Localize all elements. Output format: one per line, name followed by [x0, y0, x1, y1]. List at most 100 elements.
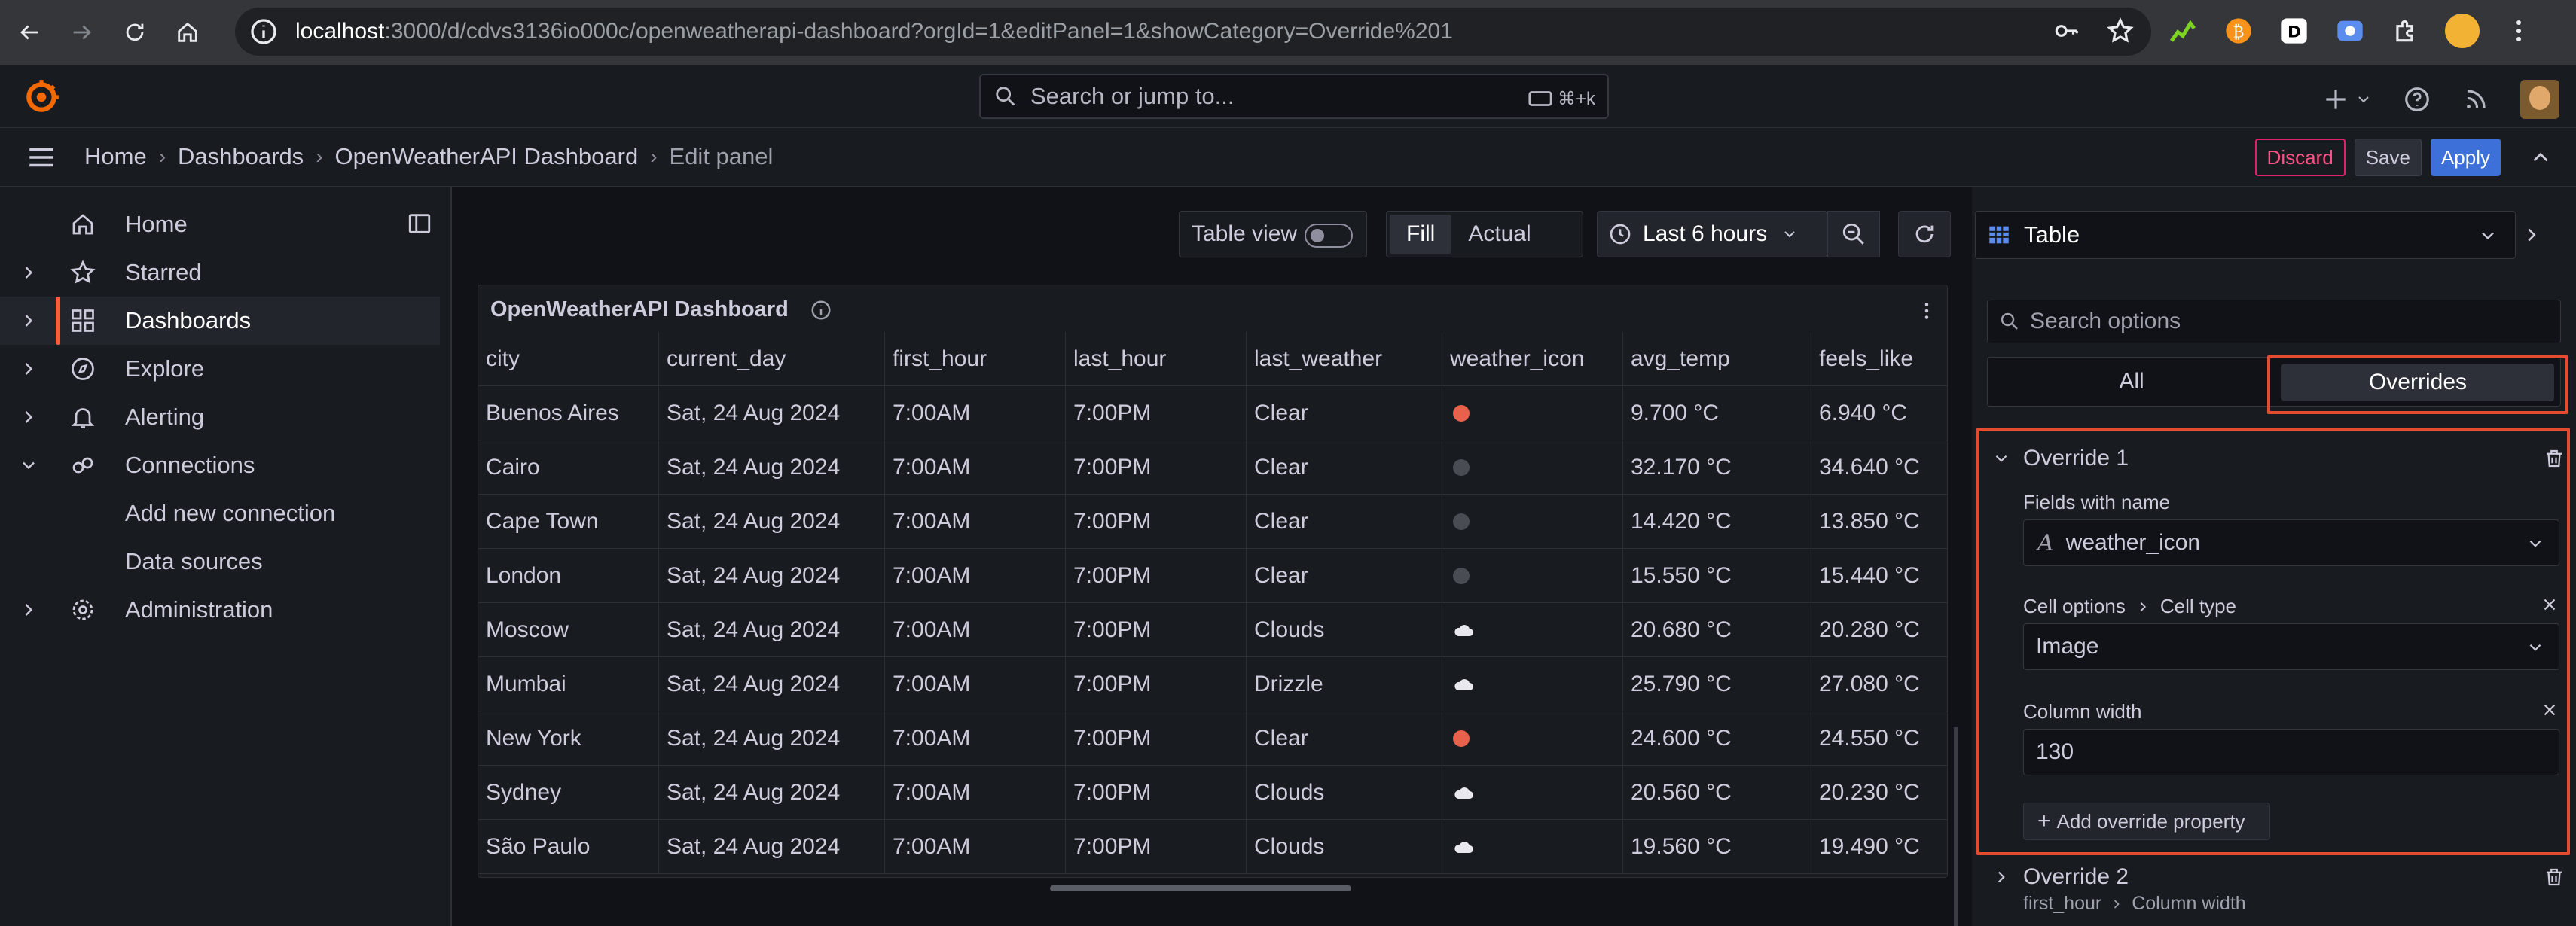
- weather-icon-cell: [1442, 386, 1623, 440]
- column-header[interactable]: feels_like: [1811, 332, 1947, 386]
- chevron-right-icon[interactable]: [18, 407, 39, 428]
- address-bar[interactable]: localhost:3000/d/cdvs3136io000c/openweat…: [235, 8, 2151, 56]
- browser-menu-icon[interactable]: [2502, 14, 2535, 47]
- tab-all[interactable]: All: [1988, 358, 2275, 406]
- column-header[interactable]: current_day: [659, 332, 885, 386]
- discard-button[interactable]: Discard: [2254, 139, 2346, 176]
- table-view-switch[interactable]: [1305, 224, 1353, 248]
- extension-d-icon[interactable]: D: [2278, 14, 2311, 47]
- apply-button[interactable]: Apply: [2430, 139, 2501, 176]
- sidebar-item-add-new-connection[interactable]: Add new connection: [0, 489, 452, 538]
- table-panel: OpenWeatherAPI Dashboard city current_day…: [478, 285, 1948, 878]
- visualization-picker[interactable]: Table: [1975, 211, 2516, 259]
- bookmark-star-icon[interactable]: [2106, 17, 2135, 45]
- extension-chart-icon[interactable]: [2166, 14, 2199, 47]
- column-header[interactable]: last_hour: [1066, 332, 1247, 386]
- sidebar-item-home[interactable]: Home: [0, 200, 452, 248]
- profile-avatar[interactable]: [2445, 14, 2480, 48]
- search-shortcut: ⌘+k: [1515, 86, 1595, 111]
- horizontal-scrollbar[interactable]: [1050, 885, 1351, 891]
- table-cell: London: [478, 549, 659, 603]
- chevron-right-icon[interactable]: [18, 599, 39, 620]
- sidebar-item-administration[interactable]: Administration: [0, 586, 452, 634]
- panel-title: OpenWeatherAPI Dashboard: [490, 297, 789, 321]
- table-view-toggle[interactable]: Table view: [1179, 211, 1367, 257]
- column-header[interactable]: last_weather: [1247, 332, 1442, 386]
- chevron-up-icon[interactable]: [2528, 145, 2553, 170]
- menu-hamburger-icon[interactable]: [26, 142, 57, 173]
- back-button[interactable]: [6, 9, 53, 56]
- extension-screen-icon[interactable]: [2333, 14, 2367, 47]
- help-icon[interactable]: [2403, 85, 2431, 114]
- chevron-right-icon[interactable]: [18, 358, 39, 379]
- collapse-options-button[interactable]: [2498, 211, 2562, 259]
- table-row: New York Sat, 24 Aug 2024 7:00AM 7:00PM Clea…: [478, 711, 1947, 766]
- extension-coin-icon[interactable]: ₿: [2222, 14, 2255, 47]
- new-menu-button[interactable]: [2321, 85, 2373, 114]
- home-button[interactable]: [164, 9, 211, 56]
- home-icon: [72, 214, 93, 235]
- breadcrumb-dashboards[interactable]: Dashboards: [178, 143, 304, 170]
- column-header[interactable]: city: [478, 332, 659, 386]
- keyboard-icon: [1528, 91, 1552, 106]
- sidebar-item-starred[interactable]: Starred: [0, 248, 452, 297]
- actual-option[interactable]: Actual: [1451, 215, 1547, 254]
- panel-editor-main: Table view Fill Actual Last 6 hours Open…: [452, 187, 1958, 926]
- chevron-down-icon[interactable]: [18, 455, 39, 476]
- chevron-right-icon[interactable]: [1992, 867, 2011, 887]
- home-icon: [178, 22, 197, 42]
- reload-icon: [126, 23, 144, 41]
- column-header[interactable]: avg_temp: [1623, 332, 1811, 386]
- fill-option[interactable]: Fill: [1390, 215, 1452, 254]
- column-header[interactable]: weather_icon: [1442, 332, 1623, 386]
- refresh-button[interactable]: [1898, 211, 1951, 257]
- table-cell: Sat, 24 Aug 2024: [659, 603, 885, 657]
- chevron-right-icon[interactable]: [18, 262, 39, 283]
- info-icon[interactable]: [810, 299, 832, 321]
- sidebar-item-connections[interactable]: Connections: [0, 441, 452, 489]
- table-cell: 7:00AM: [885, 820, 1066, 874]
- global-search[interactable]: Search or jump to... ⌘+k: [979, 74, 1609, 119]
- table-cell: Clear: [1247, 495, 1442, 549]
- table-cell: Sat, 24 Aug 2024: [659, 711, 885, 766]
- password-key-icon[interactable]: [2052, 17, 2080, 45]
- table-cell: Clouds: [1247, 820, 1442, 874]
- site-info-icon[interactable]: [249, 17, 279, 47]
- table-cell: 7:00PM: [1066, 495, 1247, 549]
- vertical-scrollbar[interactable]: [1954, 727, 1958, 926]
- panel-menu-icon[interactable]: [1914, 294, 1940, 327]
- forward-button[interactable]: [59, 9, 105, 56]
- search-options-input[interactable]: Search options: [1987, 300, 2561, 343]
- sun-icon: [1453, 405, 1470, 422]
- trash-icon[interactable]: [2543, 866, 2565, 888]
- svg-text:D: D: [2288, 23, 2301, 41]
- zoom-out-button[interactable]: [1827, 211, 1880, 257]
- sidebar-item-explore[interactable]: Explore: [0, 345, 452, 393]
- refresh-icon: [1915, 225, 1934, 243]
- chevron-down-icon: [1784, 231, 1795, 238]
- reload-button[interactable]: [111, 9, 158, 56]
- extensions-puzzle-icon[interactable]: [2389, 14, 2422, 47]
- search-icon: [2001, 312, 2018, 330]
- sidebar-item-alerting[interactable]: Alerting: [0, 393, 452, 441]
- time-range-picker[interactable]: Last 6 hours: [1597, 211, 1827, 257]
- cloud-icon: [1454, 625, 1473, 636]
- grafana-logo-icon[interactable]: [23, 78, 60, 116]
- save-button[interactable]: Save: [2354, 139, 2422, 176]
- table-cell: 7:00PM: [1066, 711, 1247, 766]
- table-cell: 13.850 °C: [1819, 509, 1920, 534]
- news-rss-icon[interactable]: [2462, 85, 2490, 114]
- table-cell: 7:00AM: [885, 766, 1066, 820]
- sidebar-item-dashboards[interactable]: Dashboards: [0, 297, 440, 345]
- breadcrumb-dashboard[interactable]: OpenWeatherAPI Dashboard: [335, 143, 639, 170]
- breadcrumb-home[interactable]: Home: [84, 143, 147, 170]
- sidebar-item-data-sources[interactable]: Data sources: [0, 538, 452, 586]
- column-header[interactable]: first_hour: [885, 332, 1066, 386]
- search-icon: [996, 87, 1015, 106]
- user-avatar[interactable]: [2520, 80, 2559, 119]
- fill-actual-switch: Fill Actual: [1386, 211, 1583, 257]
- table-cell: 7:00PM: [1066, 657, 1247, 711]
- override-2-section[interactable]: Override 2 first_hour Column width: [1985, 857, 2565, 924]
- chevron-right-icon[interactable]: [18, 310, 39, 331]
- table-cell: 20.680 °C: [1623, 603, 1811, 657]
